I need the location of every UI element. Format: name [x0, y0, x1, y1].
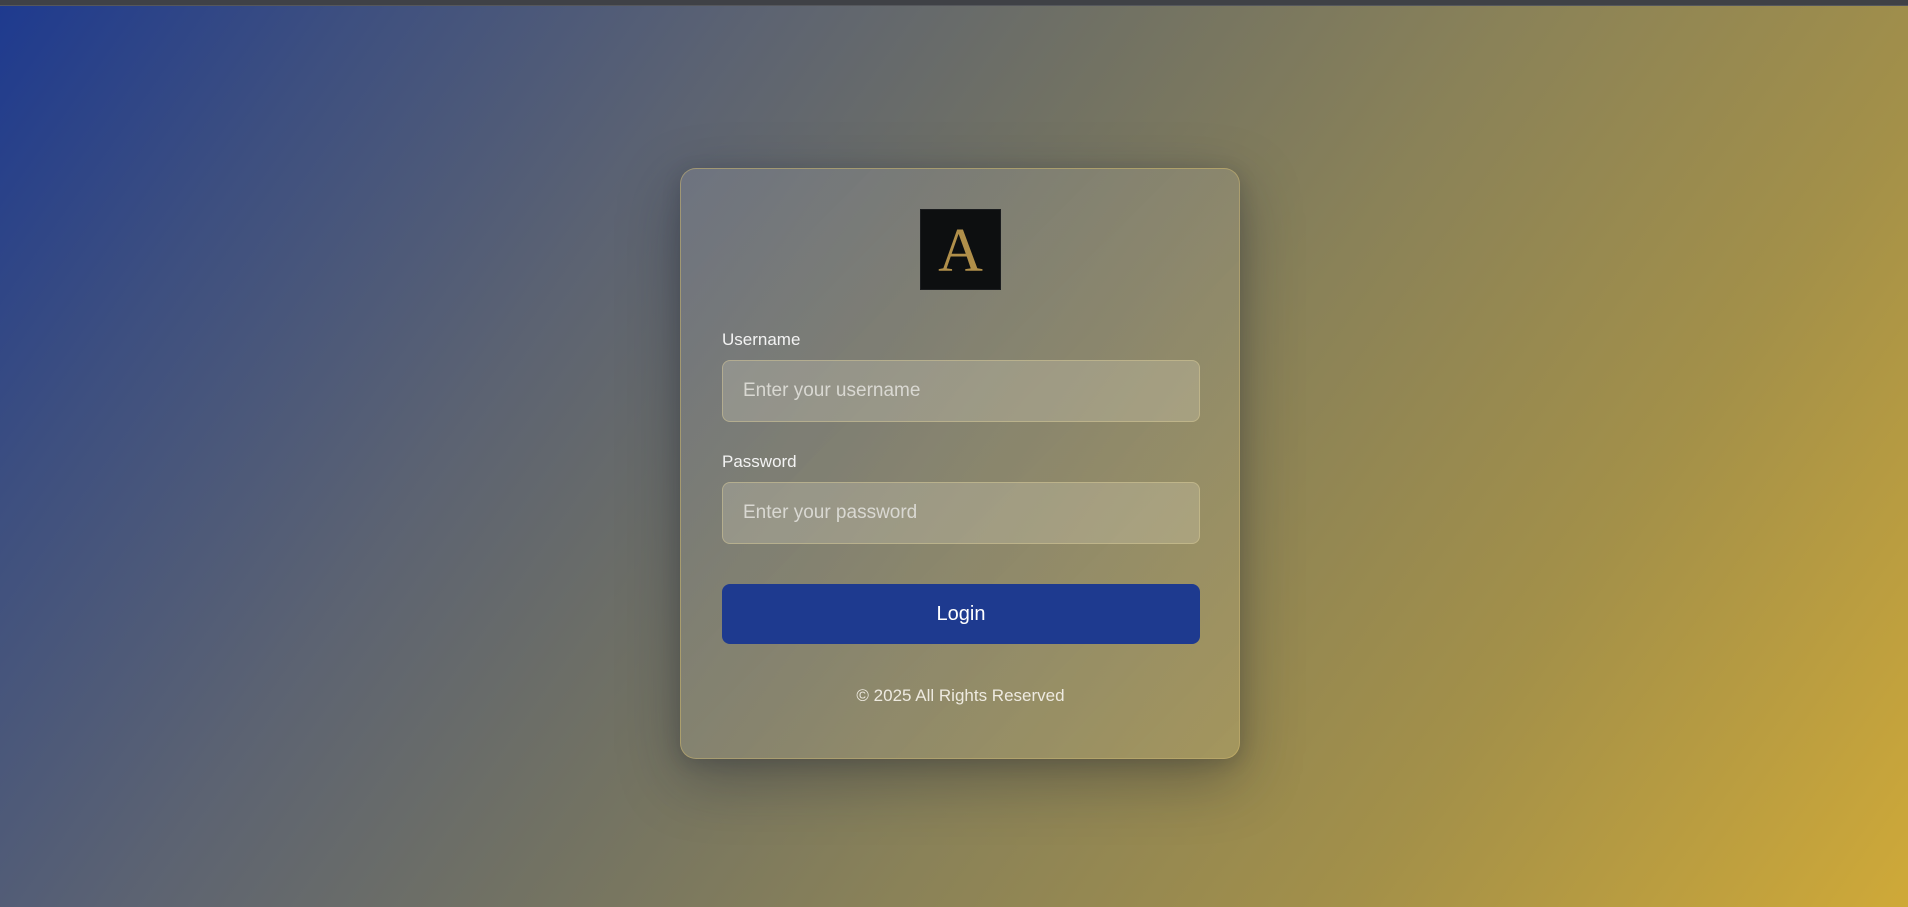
- logo-letter: A: [938, 216, 983, 285]
- password-input[interactable]: Enter your password: [722, 482, 1200, 544]
- login-button-label: Login: [936, 602, 986, 625]
- window-top-bar: [0, 0, 1908, 6]
- username-input[interactable]: Enter your username: [722, 360, 1200, 422]
- username-placeholder: Enter your username: [743, 380, 921, 401]
- password-placeholder: Enter your password: [743, 502, 918, 523]
- password-label: Password: [722, 452, 797, 471]
- username-label: Username: [722, 330, 801, 349]
- copyright-footer: © 2025 All Rights Reserved: [856, 686, 1065, 705]
- login-button[interactable]: Login: [722, 584, 1200, 644]
- login-card: A Username Enter your username Password …: [680, 168, 1240, 759]
- brand-logo: A: [920, 209, 1001, 290]
